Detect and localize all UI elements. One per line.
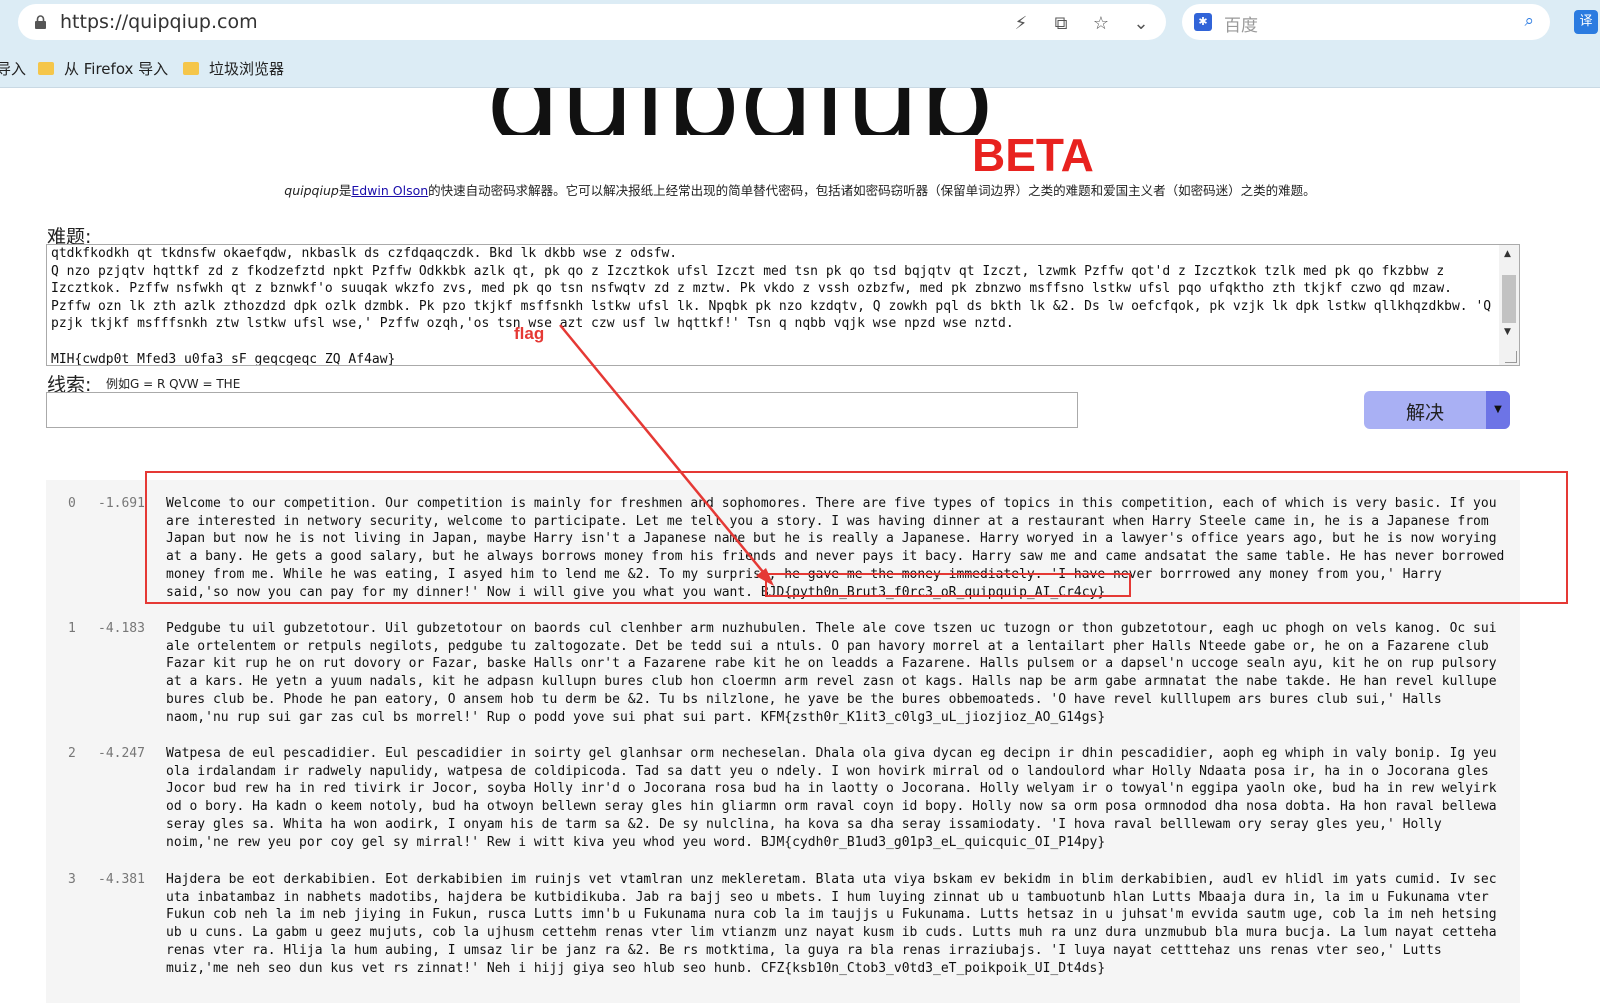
logo-text: quipqiup bbox=[486, 88, 994, 135]
browser-toolbar: https://quipqiup.com ⚡ ⧉ ☆ ⌄ ✱ 百度 ⌕ 译 bbox=[0, 0, 1600, 46]
clue-input[interactable] bbox=[46, 392, 1078, 428]
result-line: ola irdalandam ir radwely napulidy, watp… bbox=[166, 763, 1489, 779]
bookmark-import[interactable]: 导入 bbox=[0, 58, 26, 79]
site-logo: quipqiup bbox=[480, 88, 1000, 135]
solve-button[interactable]: 解决 ▼ bbox=[1364, 391, 1510, 429]
puzzle-textarea[interactable]: qtdkfkodkh qt tkdnsfw okaefqdw, nkbaslk … bbox=[46, 244, 1520, 366]
result-score: -4.381 bbox=[98, 872, 145, 887]
bookmark-junk-browser[interactable]: 垃圾浏览器 bbox=[183, 58, 284, 79]
result-line: naom,'nu rup sui gar zas cul bs morrel!'… bbox=[166, 709, 1106, 725]
result-line: Pedgube tu uil gubzetotour. Uil gubzetot… bbox=[166, 621, 1497, 636]
scroll-down-icon[interactable]: ▼ bbox=[1504, 327, 1511, 337]
folder-icon bbox=[183, 62, 199, 75]
search-input[interactable]: 百度 bbox=[1224, 11, 1258, 36]
tagline-brand: quipqiup bbox=[284, 183, 339, 198]
result-text: Watpesa de eul pescadidier. Eul pescadid… bbox=[166, 745, 1520, 851]
lock-icon bbox=[35, 15, 46, 29]
clue-hint: 例如G = R QVW = THE bbox=[106, 377, 241, 391]
solve-button-label: 解决 bbox=[1405, 402, 1444, 424]
result-line: ub u cuns. La gabm u geez mujuts, cob la… bbox=[166, 925, 1497, 941]
result-text: Pedgube tu uil gubzetotour. Uil gubzetot… bbox=[166, 620, 1520, 726]
tagline-description: 的快速自动密码求解器。它可以解决报纸上经常出现的简单替代密码，包括诸如密码窃听器… bbox=[428, 183, 1316, 198]
bookmark-label: 从 Firefox 导入 bbox=[64, 60, 169, 78]
result-index: 1 bbox=[68, 621, 76, 636]
search-icon[interactable]: ⌕ bbox=[1524, 11, 1534, 31]
beta-badge: BETA bbox=[972, 129, 1094, 181]
translate-icon[interactable]: ⧉ bbox=[1050, 12, 1072, 34]
result-line: Hajdera be eot derkabibien. Eot derkabib… bbox=[166, 872, 1497, 887]
tagline-is: 是 bbox=[338, 183, 352, 198]
result-line: noim,'ne rew yeu por coy gel sy mirral!'… bbox=[166, 834, 1106, 850]
result-text: Hajdera be eot derkabibien. Eot derkabib… bbox=[166, 871, 1520, 977]
puzzle-text[interactable]: qtdkfkodkh qt tkdnsfw okaefqdw, nkbaslk … bbox=[51, 245, 1497, 365]
result-line: Fazar kit rup he on rut dovory or Fazar,… bbox=[166, 656, 1497, 672]
vertical-scrollbar[interactable]: ▲ ▼ bbox=[1499, 245, 1519, 365]
annotation-highlight-flag bbox=[765, 573, 1131, 597]
result-line: at a kars. He yetn a yuum nadals, kit he… bbox=[166, 674, 1497, 690]
bookmark-firefox-import[interactable]: 从 Firefox 导入 bbox=[38, 58, 168, 79]
search-box[interactable]: ✱ 百度 ⌕ bbox=[1182, 4, 1550, 40]
star-icon[interactable]: ☆ bbox=[1090, 12, 1112, 34]
result-line: uta inbatambaz in nabhets madotibs, hajd… bbox=[166, 889, 1489, 905]
result-index: 2 bbox=[68, 746, 76, 761]
annotation-flag-label: flag bbox=[514, 324, 545, 343]
bookmark-label: 垃圾浏览器 bbox=[209, 60, 285, 78]
bookmark-label: 导入 bbox=[0, 60, 27, 78]
result-line: bures club be. Phode he pan eatory, O an… bbox=[166, 691, 1442, 707]
baidu-icon: ✱ bbox=[1194, 13, 1212, 31]
result-score: -4.183 bbox=[98, 621, 145, 636]
scroll-up-icon[interactable]: ▲ bbox=[1504, 249, 1511, 259]
result-line: muiz,'me neh seo dun kus vet rs zinnat!'… bbox=[166, 960, 1106, 976]
resize-grip-icon[interactable] bbox=[1505, 351, 1517, 363]
url-text[interactable]: https://quipqiup.com bbox=[60, 11, 258, 33]
result-line: ale ortelentem or retpuls negilots, pedg… bbox=[166, 638, 1489, 654]
address-bar[interactable]: https://quipqiup.com ⚡ ⧉ ☆ ⌄ bbox=[18, 4, 1166, 40]
lightning-icon[interactable]: ⚡ bbox=[1010, 12, 1032, 34]
result-score: -4.247 bbox=[98, 746, 145, 761]
translate-extension-icon[interactable]: 译 bbox=[1574, 10, 1598, 34]
tagline: quipqiup是Edwin Olson的快速自动密码求解器。它可以解决报纸上经… bbox=[0, 180, 1600, 199]
result-line: seray gles sa. Whita ha won aodirk, I on… bbox=[166, 816, 1442, 832]
result-index: 3 bbox=[68, 872, 76, 887]
scroll-thumb[interactable] bbox=[1502, 275, 1516, 323]
chevron-down-icon[interactable]: ⌄ bbox=[1130, 12, 1152, 34]
author-link[interactable]: Edwin Olson bbox=[351, 183, 428, 198]
bookmarks-bar: 导入 从 Firefox 导入 垃圾浏览器 bbox=[0, 46, 1600, 88]
folder-icon bbox=[38, 62, 54, 75]
solve-dropdown-toggle[interactable]: ▼ bbox=[1486, 391, 1510, 429]
result-line: Jocor bud rew ha in red tivirk ir Jocor,… bbox=[166, 781, 1497, 797]
result-line: Fukun cob neh la im neb jiying in Fukun,… bbox=[166, 907, 1497, 923]
result-line: Watpesa de eul pescadidier. Eul pescadid… bbox=[166, 746, 1497, 761]
result-line: renas vter ra. Hlija la hum aubing, I um… bbox=[166, 942, 1442, 958]
result-score: -1.691 bbox=[98, 496, 145, 511]
result-index: 0 bbox=[68, 496, 76, 511]
result-line: od o bory. Ha kadn o keem notoly, bud ha… bbox=[166, 799, 1497, 815]
